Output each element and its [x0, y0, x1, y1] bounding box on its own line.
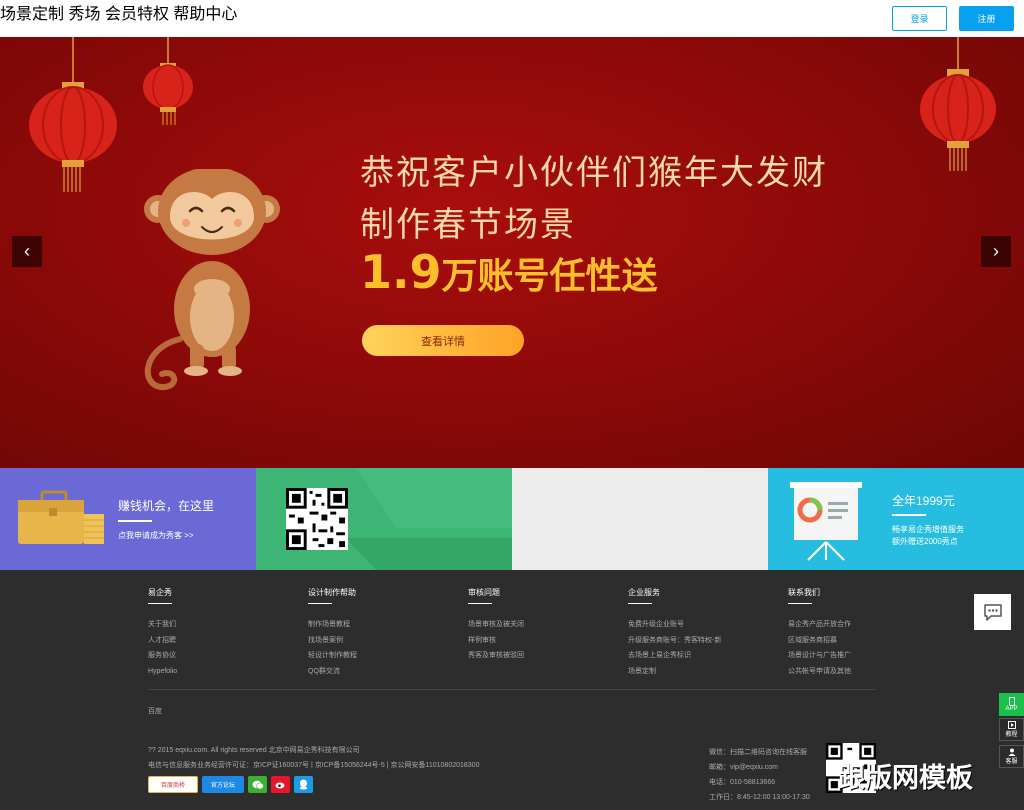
- briefcase-icon: [18, 490, 104, 544]
- top-header: 场景定制 秀场 会员特权 帮助中心 登录 注册: [0, 0, 1024, 37]
- contact-info: 微信：扫描二维码咨询在线客服 邮箱：vip@eqxiu.com 电话：010-5…: [709, 745, 810, 805]
- chat-icon[interactable]: [974, 594, 1011, 630]
- view-details-button[interactable]: 查看详情: [362, 325, 524, 356]
- footer-col-heading: 联系我们: [788, 587, 851, 604]
- official-forum-badge[interactable]: 官方论坛: [202, 776, 244, 793]
- footer-link[interactable]: 轻设计制作教程: [308, 648, 357, 664]
- watermark-text: 跟版网模板: [838, 763, 973, 794]
- footer-col-enterprise: 企业服务 免费升级企业账号 升级服务商账号：秀客特权-新 去场景上易企秀标识 场…: [628, 587, 721, 679]
- footer-link[interactable]: 场景审核及被关闭: [468, 617, 524, 633]
- footer-link[interactable]: 升级服务商账号：秀客特权-新: [628, 633, 721, 649]
- footer-link[interactable]: 找场景案例: [308, 633, 357, 649]
- promo-annual-sub2: 额外赠送2000秀点: [892, 537, 958, 546]
- baidu-bridge-badge[interactable]: 百度商桥: [148, 776, 198, 793]
- qq-icon[interactable]: QQ: [294, 776, 313, 793]
- carousel-next-icon[interactable]: ›: [981, 236, 1011, 267]
- promo-earn-title: 赚钱机会，在这里: [118, 499, 215, 513]
- footer-link[interactable]: 关于我们: [148, 617, 177, 633]
- footer-link[interactable]: 服务协议: [148, 648, 177, 664]
- footer-col-review: 审核问题 场景审核及被关闭 样例审核 秀客及审核被驳回: [468, 587, 524, 664]
- presentation-board-icon: [790, 482, 862, 561]
- promo-card-blank[interactable]: [512, 468, 768, 570]
- hero-banner[interactable]: 恭祝客户小伙伴们猴年大发财 制作春节场景 1.9万账号任性送 查看详情 ‹ ›: [0, 37, 1024, 468]
- nav-member-privileges[interactable]: 会员特权: [105, 6, 169, 23]
- promo-earn-link[interactable]: 点我申请成为秀客 >>: [118, 530, 194, 541]
- footer-col-heading: 审核问题: [468, 587, 524, 604]
- nav-showroom[interactable]: 秀场: [68, 6, 100, 23]
- banner-number: 1.9: [360, 245, 442, 299]
- footer-link[interactable]: QQ群交流: [308, 664, 357, 680]
- qr-code-icon[interactable]: [286, 488, 348, 550]
- footer-col-design-help: 设计制作帮助 制作场景教程 找场景案例 轻设计制作教程 QQ群交流: [308, 587, 357, 679]
- footer-link[interactable]: 场景定制: [628, 664, 721, 680]
- nav-help-center[interactable]: 帮助中心: [173, 6, 237, 23]
- promo-annual-title: 全年1999元: [892, 494, 955, 508]
- footer-link[interactable]: 场景设计与广告推广: [788, 648, 851, 664]
- contact-hours: 工作日：8:45-12:00 13:00-17:30: [709, 794, 810, 801]
- copyright-text: ?? 2015 eqxiu.com. All rights reserved 北…: [148, 747, 360, 754]
- mobile-phone-icon: [1008, 697, 1015, 706]
- site-footer: 易企秀 关于我们 人才招聘 服务协议 Hypefolio 设计制作帮助 制作场景…: [0, 570, 1024, 810]
- footer-col-eqxiu: 易企秀 关于我们 人才招聘 服务协议 Hypefolio: [148, 587, 177, 679]
- footer-col-heading: 企业服务: [628, 587, 721, 604]
- contact-email: 邮箱：vip@eqxiu.com: [709, 764, 778, 771]
- wechat-icon[interactable]: 微信: [248, 776, 267, 793]
- promo-annual-divider: [892, 514, 926, 516]
- footer-link[interactable]: 公共帐号申请及其他: [788, 664, 851, 680]
- side-tutorial-label: 教程: [1005, 732, 1018, 738]
- side-service-button[interactable]: 客服: [999, 745, 1024, 768]
- promo-earn-divider: [118, 520, 152, 522]
- license-text: 电信与信息服务业务经营许可证：京ICP证160037号 | 京ICP备15056…: [148, 762, 480, 769]
- footer-link[interactable]: 人才招聘: [148, 633, 177, 649]
- promo-card-earn[interactable]: 赚钱机会，在这里 点我申请成为秀客 >>: [0, 468, 256, 570]
- footer-col-contact: 联系我们 易企秀产品开放合作 区域服务商招募 场景设计与广告推广 公共帐号申请及…: [788, 587, 851, 679]
- nav-scene-custom[interactable]: 场景定制: [0, 6, 64, 23]
- banner-headline-2: 制作春节场景: [360, 205, 576, 245]
- login-button[interactable]: 登录: [892, 6, 947, 31]
- promo-annual-sub1: 畅享易企秀增值服务: [892, 525, 964, 534]
- footer-link[interactable]: 免费升级企业账号: [628, 617, 721, 633]
- banner-offer-text: 万账号任性送: [441, 256, 658, 297]
- footer-col-heading: 设计制作帮助: [308, 587, 357, 604]
- friend-link-baidu[interactable]: 百度: [148, 706, 162, 716]
- contact-wechat: 微信：扫描二维码咨询在线客服: [709, 749, 807, 756]
- side-service-label: 客服: [1005, 759, 1018, 765]
- side-app-button[interactable]: APP: [999, 693, 1024, 716]
- register-button[interactable]: 注册: [959, 6, 1014, 31]
- footer-divider: [148, 689, 876, 690]
- monkey-illustration-icon: [144, 169, 280, 390]
- promo-card-qrcode[interactable]: [256, 468, 512, 570]
- weibo-icon[interactable]: 微博: [271, 776, 290, 793]
- side-tutorial-button[interactable]: 教程: [999, 718, 1024, 741]
- footer-link[interactable]: 样例审核: [468, 633, 524, 649]
- footer-link[interactable]: 秀客及审核被驳回: [468, 648, 524, 664]
- footer-link[interactable]: 区域服务商招募: [788, 633, 851, 649]
- play-icon: [1007, 721, 1016, 729]
- footer-badges: 百度商桥 官方论坛 微信 微博 QQ: [148, 776, 313, 793]
- side-app-label: APP: [1005, 706, 1018, 712]
- user-icon: [1008, 748, 1015, 756]
- footer-link[interactable]: 制作场景教程: [308, 617, 357, 633]
- footer-col-heading: 易企秀: [148, 587, 177, 604]
- footer-link[interactable]: 去场景上易企秀标识: [628, 648, 721, 664]
- footer-link[interactable]: Hypefolio: [148, 664, 177, 680]
- promo-card-annual[interactable]: 全年1999元 畅享易企秀增值服务 额外赠送2000秀点: [768, 468, 1024, 570]
- footer-link[interactable]: 易企秀产品开放合作: [788, 617, 851, 633]
- contact-phone: 电话：010-58813666: [709, 779, 776, 786]
- carousel-prev-icon[interactable]: ‹: [12, 236, 42, 267]
- banner-headline-1: 恭祝客户小伙伴们猴年大发财: [360, 153, 828, 193]
- banner-headline-3: 1.9万账号任性送: [360, 245, 658, 299]
